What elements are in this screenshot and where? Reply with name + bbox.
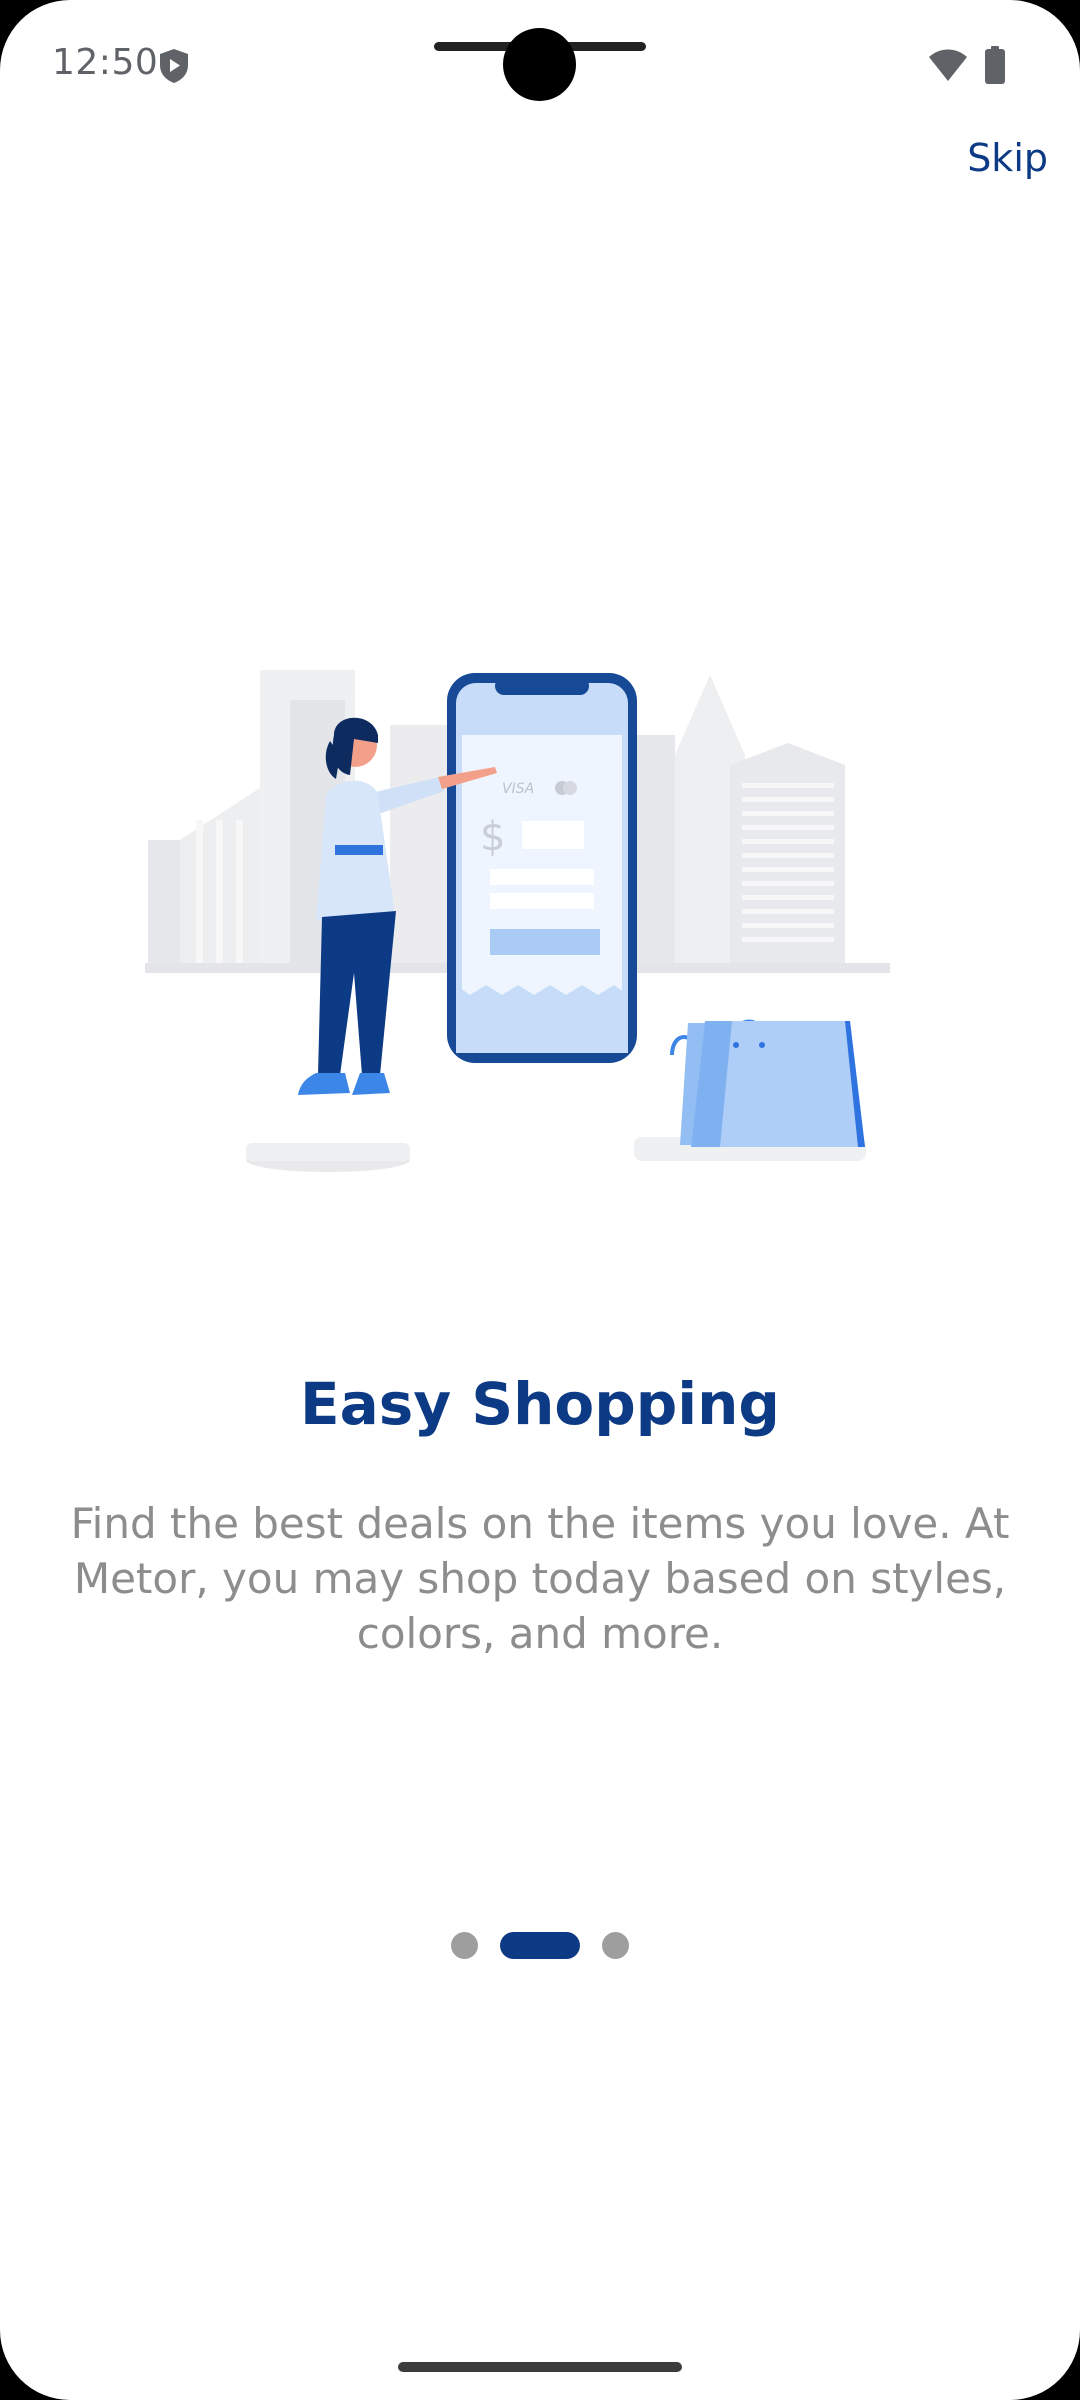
- svg-text:VISA: VISA: [502, 781, 534, 797]
- skip-button[interactable]: Skip: [963, 130, 1052, 186]
- svg-text:$: $: [480, 814, 505, 860]
- battery-icon: [985, 46, 1005, 84]
- page-indicator: [0, 1930, 1080, 1960]
- home-indicator[interactable]: [398, 2362, 682, 2372]
- status-bar: 12:50: [0, 0, 1080, 130]
- onboarding-screen: 12:50 Skip VISA $ Easy Shopping Find the…: [0, 0, 1080, 2400]
- shopping-bags: [670, 1019, 865, 1147]
- shopping-illustration: VISA $: [145, 670, 890, 1172]
- page-dot-3[interactable]: [602, 1931, 629, 1959]
- camera-cutout: [503, 28, 576, 101]
- shield-icon: [160, 49, 188, 83]
- page-dot-2-active[interactable]: [500, 1931, 580, 1959]
- onboarding-title: Easy Shopping: [300, 1370, 780, 1438]
- onboarding-description: Find the best deals on the items you lov…: [70, 1499, 1010, 1658]
- page-dot-1[interactable]: [451, 1931, 478, 1959]
- status-time: 12:50: [52, 42, 159, 83]
- wifi-icon: [929, 49, 967, 81]
- phone-illustration: VISA $: [447, 673, 637, 1063]
